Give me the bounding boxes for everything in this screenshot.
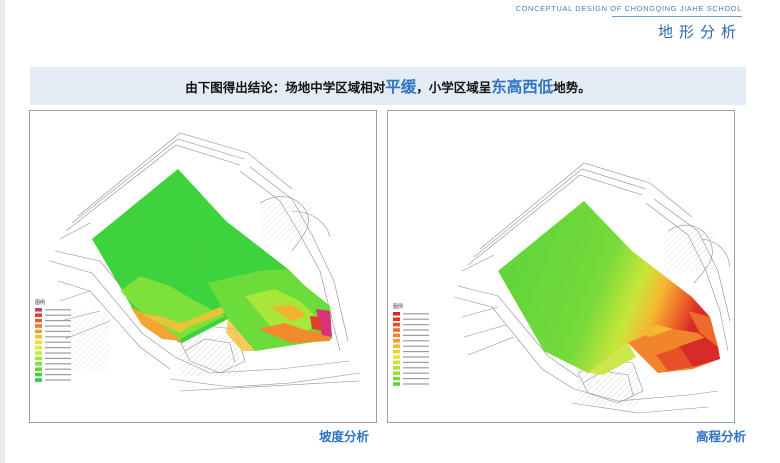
slope-legend-label-line: [45, 363, 71, 365]
elevation-legend-label-line: [403, 345, 429, 347]
elevation-legend-label-line: [403, 340, 429, 342]
slope-legend-label-line: [45, 320, 71, 322]
slope-legend: 图例: [35, 299, 71, 382]
elevation-legend-swatch: [393, 382, 400, 386]
slope-legend-swatch: [35, 367, 42, 371]
slope-legend-label-line: [45, 341, 71, 343]
elevation-legend-swatch: [393, 333, 400, 338]
elevation-legend-label-line: [403, 318, 429, 320]
elevation-heat-region: [498, 201, 720, 375]
slope-legend-swatch: [35, 378, 42, 382]
banner-text-2: ，小学区域呈: [416, 79, 492, 95]
slope-legend-swatch: [35, 324, 42, 328]
page-title: 地形分析: [657, 23, 742, 41]
slope-legend-title: 图例: [35, 299, 45, 306]
slope-legend-label-line: [45, 347, 71, 349]
elevation-legend-label-line: [403, 329, 429, 331]
banner-highlight-flat: 平缓: [385, 78, 417, 96]
slope-legend-label-line: [45, 374, 71, 376]
slope-legend-label-line: [45, 352, 71, 354]
elevation-legend-label-line: [403, 351, 429, 353]
slope-legend-swatch: [35, 372, 42, 377]
elevation-legend-swatch: [393, 312, 400, 316]
slope-legend-swatch: [35, 356, 42, 361]
slope-map-drawing: 图例: [35, 132, 361, 392]
elevation-legend-swatch: [393, 360, 400, 365]
elevation-legend-title: 图例: [393, 303, 403, 310]
elevation-legend-label-line: [403, 367, 429, 369]
slide: CONCEPTUAL DESIGN OF CHONGQING JIAHE SCH…: [0, 0, 780, 463]
slope-legend-swatch: [35, 329, 42, 334]
elevation-analysis-caption: 高程分析: [696, 429, 747, 444]
banner-text-1: 由下图得出结论：场地中学区域相对: [185, 79, 386, 95]
elevation-legend-label-line: [403, 356, 429, 358]
elevation-legend-swatch: [393, 322, 400, 327]
elevation-legend-label-line: [403, 313, 429, 315]
slope-legend-swatch: [35, 351, 42, 355]
slope-legend-swatch: [35, 340, 42, 344]
elevation-legend-swatch: [393, 355, 400, 359]
elevation-legend-label-line: [403, 383, 429, 385]
elevation-legend-label-line: [403, 334, 429, 336]
slope-legend-swatch: [35, 313, 42, 317]
elevation-analysis-map: 图例: [387, 110, 735, 423]
slope-legend-label-line: [45, 336, 71, 338]
left-edge-rule: [0, 0, 5, 463]
elevation-legend-swatch: [393, 376, 400, 381]
elevation-legend-label-line: [403, 372, 429, 374]
slope-legend-label-line: [45, 325, 71, 327]
banner-highlight-east-high-west-low: 东高西低: [491, 78, 554, 96]
slope-legend-swatch: [35, 345, 42, 350]
elevation-legend-swatch: [393, 317, 400, 321]
slope-legend-label-line: [45, 379, 71, 381]
elevation-legend-swatch: [393, 371, 400, 375]
slope-legend-swatch: [35, 318, 42, 323]
slope-legend-label-line: [45, 357, 71, 359]
elevation-map-drawing: 图例: [393, 162, 731, 414]
elevation-legend-label-line: [403, 361, 429, 363]
elevation-legend-label-line: [403, 378, 429, 380]
slope-analysis-map: 图例: [29, 110, 377, 423]
elevation-legend-swatch: [393, 366, 400, 370]
elevation-legend: 图例: [393, 303, 429, 386]
slope-legend-swatch: [35, 335, 42, 339]
slope-heat-region: [92, 169, 332, 351]
conclusion-banner: 由下图得出结论：场地中学区域相对 平缓 ，小学区域呈 东高西低 地势。: [30, 67, 746, 105]
elevation-legend-swatch: [393, 339, 400, 343]
slope-legend-swatch: [35, 308, 42, 312]
slope-legend-swatch: [35, 362, 42, 366]
slope-legend-label-line: [45, 368, 71, 370]
elevation-legend-label-line: [403, 324, 429, 326]
slope-analysis-caption: 坡度分析: [319, 429, 370, 444]
slope-legend-label-line: [45, 314, 71, 316]
header-subtitle: CONCEPTUAL DESIGN OF CHONGQING JIAHE SCH…: [515, 4, 742, 13]
elevation-legend-swatch: [393, 344, 400, 348]
elevation-legend-swatch: [393, 349, 400, 354]
header-divider: [612, 16, 742, 17]
banner-text-3: 地势。: [553, 79, 591, 95]
slope-legend-label-line: [45, 330, 71, 332]
slope-legend-label-line: [45, 309, 71, 311]
elevation-legend-swatch: [393, 328, 400, 332]
